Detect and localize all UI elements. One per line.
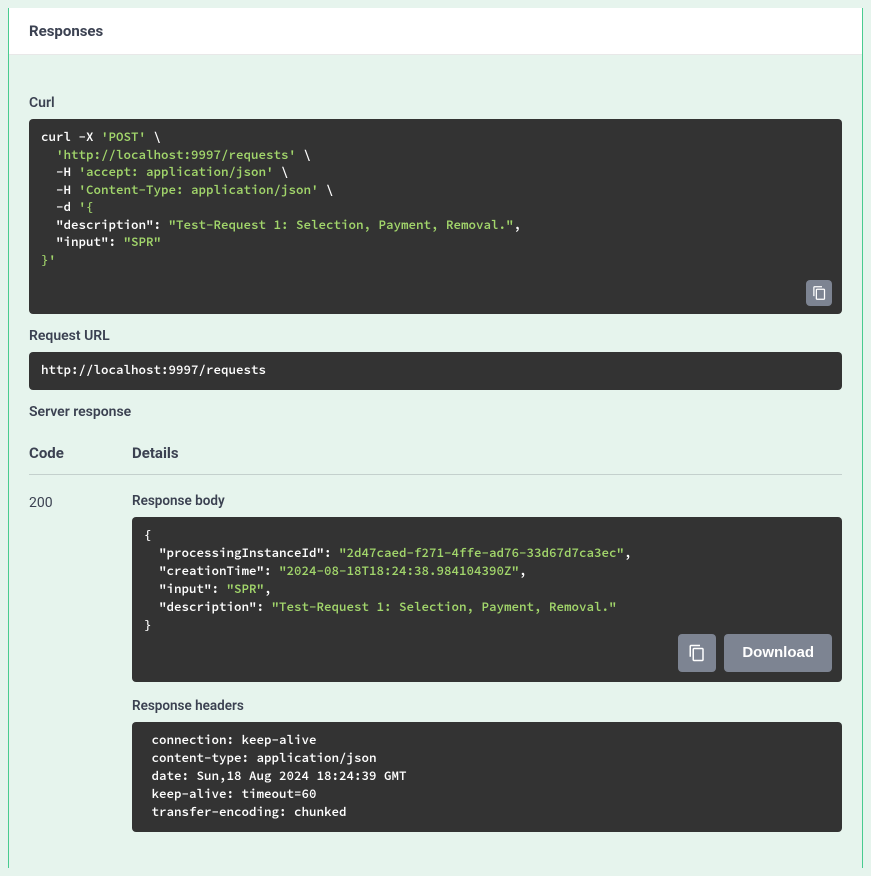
curl-label: Curl <box>29 95 842 111</box>
response-body-block[interactable]: { "processingInstanceId": "2d47caed-f271… <box>132 517 842 682</box>
clipboard-icon <box>688 643 706 663</box>
response-details: Response body { "processingInstanceId": … <box>132 491 842 849</box>
curl-code-block[interactable]: curl -X 'POST' \ 'http://localhost:9997/… <box>29 119 842 314</box>
request-url-label: Request URL <box>29 328 842 344</box>
api-response-panel: Responses Curl curl -X 'POST' \ 'http://… <box>8 8 863 868</box>
download-response-button[interactable]: Download <box>724 634 832 672</box>
clipboard-icon <box>812 285 827 301</box>
request-url-block[interactable]: http://localhost:9997/requests <box>29 352 842 390</box>
responses-content: Curl curl -X 'POST' \ 'http://localhost:… <box>9 95 862 868</box>
copy-curl-button[interactable] <box>806 280 832 306</box>
code-column-header: Code <box>29 444 132 462</box>
response-headers-label: Response headers <box>132 698 842 714</box>
response-table-header: Code Details <box>29 444 842 475</box>
response-row: 200 Response body { "processingInstanceI… <box>29 491 842 849</box>
responses-title: Responses <box>29 22 842 40</box>
server-response-label: Server response <box>29 404 842 420</box>
response-headers-block[interactable]: connection: keep-alive content-type: app… <box>132 722 842 833</box>
status-code: 200 <box>29 491 132 849</box>
copy-response-button[interactable] <box>678 634 716 672</box>
details-column-header: Details <box>132 444 842 462</box>
response-body-actions: Download <box>678 634 832 672</box>
response-body-label: Response body <box>132 493 842 509</box>
response-table: Code Details 200 Response body { "proces… <box>29 444 842 849</box>
responses-section-header: Responses <box>9 8 862 55</box>
